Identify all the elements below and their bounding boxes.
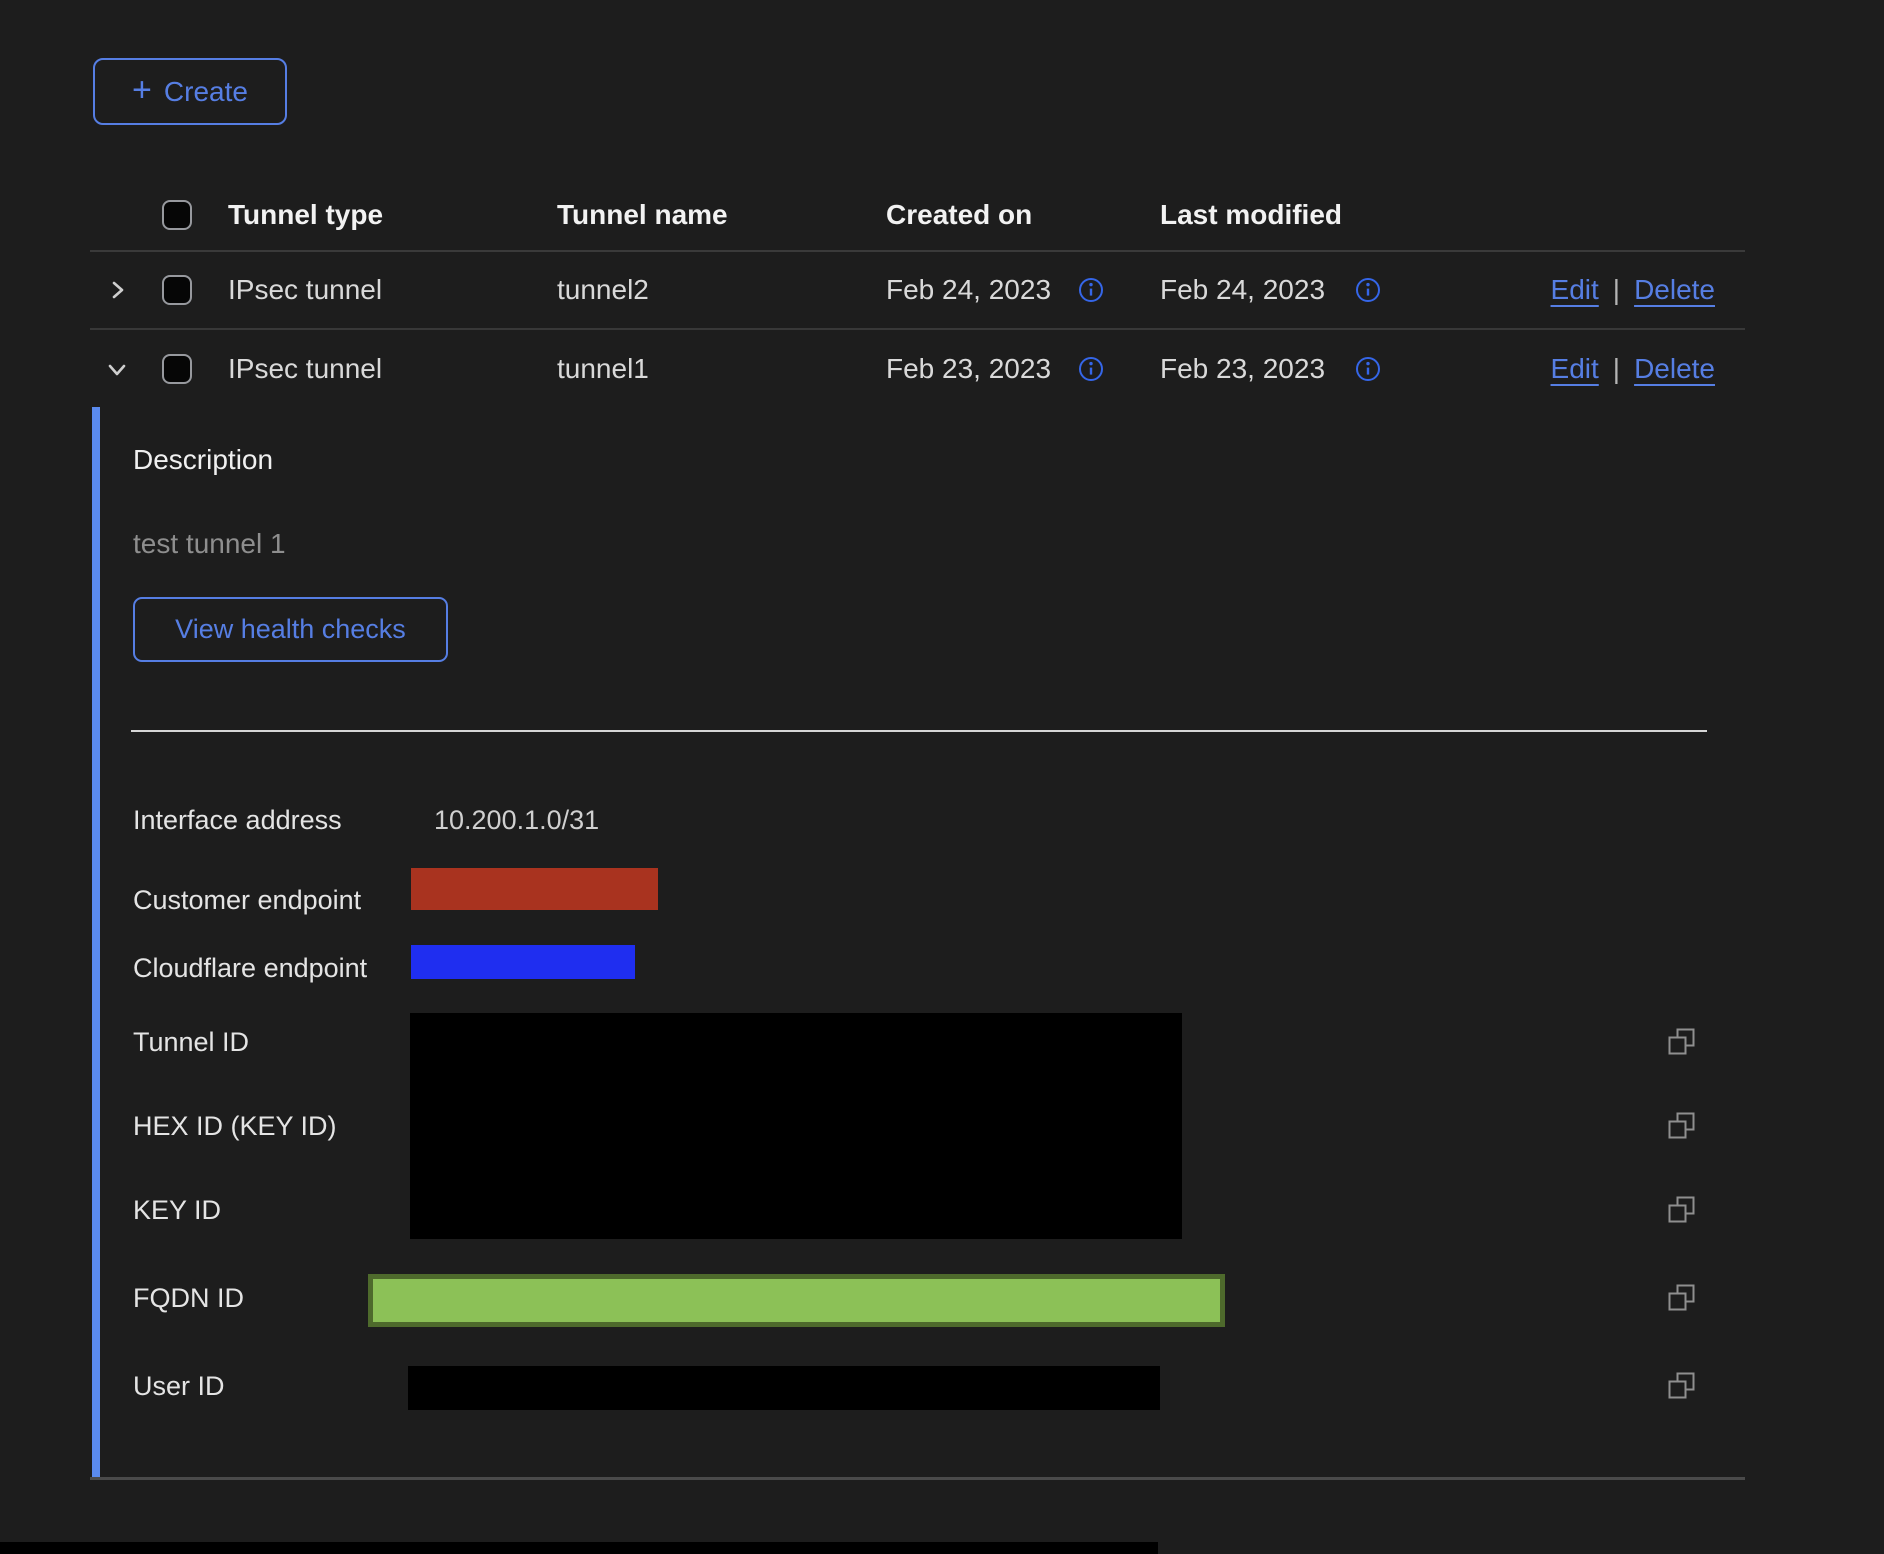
ids-redacted-value <box>410 1013 1182 1239</box>
created-on-info-icon[interactable] <box>1078 356 1104 382</box>
row-checkbox-tunnel1[interactable] <box>162 354 192 384</box>
user-id-redacted-value <box>408 1366 1160 1410</box>
customer-endpoint-label: Customer endpoint <box>133 885 361 916</box>
last-modified-cell: Feb 23, 2023 <box>1160 353 1325 385</box>
row-actions: Edit | Delete <box>1551 353 1715 385</box>
row-actions: Edit | Delete <box>1551 274 1715 306</box>
edit-link[interactable]: Edit <box>1551 353 1599 384</box>
view-health-checks-button[interactable]: View health checks <box>133 597 448 662</box>
created-on-cell: Feb 24, 2023 <box>886 274 1051 306</box>
column-header-created-on: Created on <box>886 199 1032 231</box>
description-value: test tunnel 1 <box>133 528 286 560</box>
fqdn-id-redacted-value <box>368 1274 1225 1327</box>
interface-address-value: 10.200.1.0/31 <box>434 805 599 836</box>
fqdn-id-label: FQDN ID <box>133 1283 244 1314</box>
user-id-label: User ID <box>133 1371 225 1402</box>
cloudflare-endpoint-label: Cloudflare endpoint <box>133 953 367 984</box>
tunnels-page: + Create Tunnel type Tunnel name Created… <box>0 0 1884 1554</box>
interface-address-label: Interface address <box>133 805 342 836</box>
delete-link[interactable]: Delete <box>1634 274 1715 305</box>
copy-tunnel-id-icon[interactable] <box>1668 1028 1695 1055</box>
created-on-info-icon[interactable] <box>1078 277 1104 303</box>
detail-divider <box>131 730 1707 732</box>
bottom-edge-strip <box>0 1542 1158 1554</box>
select-all-checkbox[interactable] <box>162 200 192 230</box>
column-header-tunnel-type: Tunnel type <box>228 199 383 231</box>
cloudflare-endpoint-redacted-value <box>411 945 635 979</box>
collapse-chevron-down-icon[interactable] <box>103 355 131 383</box>
column-header-last-modified: Last modified <box>1160 199 1342 231</box>
actions-separator: | <box>1613 274 1620 305</box>
copy-user-id-icon[interactable] <box>1668 1372 1695 1399</box>
copy-fqdn-id-icon[interactable] <box>1668 1284 1695 1311</box>
edit-link[interactable]: Edit <box>1551 274 1599 305</box>
plus-icon: + <box>132 73 152 107</box>
last-modified-cell: Feb 24, 2023 <box>1160 274 1325 306</box>
create-button-label: Create <box>164 76 248 108</box>
row-checkbox-tunnel2[interactable] <box>162 275 192 305</box>
table-bottom-divider <box>90 1477 1745 1480</box>
created-on-cell: Feb 23, 2023 <box>886 353 1051 385</box>
key-id-label: KEY ID <box>133 1195 221 1226</box>
hex-id-label: HEX ID (KEY ID) <box>133 1111 337 1142</box>
customer-endpoint-redacted-value <box>411 868 658 910</box>
last-modified-info-icon[interactable] <box>1355 277 1381 303</box>
copy-key-id-icon[interactable] <box>1668 1196 1695 1223</box>
table-row-tunnel1: IPsec tunnel tunnel1 Feb 23, 2023 Feb 23… <box>90 330 1745 407</box>
column-header-tunnel-name: Tunnel name <box>557 199 728 231</box>
create-button[interactable]: + Create <box>93 58 287 125</box>
expand-chevron-right-icon[interactable] <box>103 276 131 304</box>
tunnel-type-cell: IPsec tunnel <box>228 274 382 306</box>
tunnel-id-label: Tunnel ID <box>133 1027 249 1058</box>
tunnel-name-cell: tunnel1 <box>557 353 649 385</box>
tunnel-name-cell: tunnel2 <box>557 274 649 306</box>
copy-hex-id-icon[interactable] <box>1668 1112 1695 1139</box>
description-label: Description <box>133 444 273 476</box>
table-header: Tunnel type Tunnel name Created on Last … <box>90 180 1745 252</box>
expanded-row-accent-bar <box>92 407 100 1478</box>
delete-link[interactable]: Delete <box>1634 353 1715 384</box>
tunnel-type-cell: IPsec tunnel <box>228 353 382 385</box>
last-modified-info-icon[interactable] <box>1355 356 1381 382</box>
actions-separator: | <box>1613 353 1620 384</box>
table-row-tunnel2: IPsec tunnel tunnel2 Feb 24, 2023 Feb 24… <box>90 252 1745 330</box>
